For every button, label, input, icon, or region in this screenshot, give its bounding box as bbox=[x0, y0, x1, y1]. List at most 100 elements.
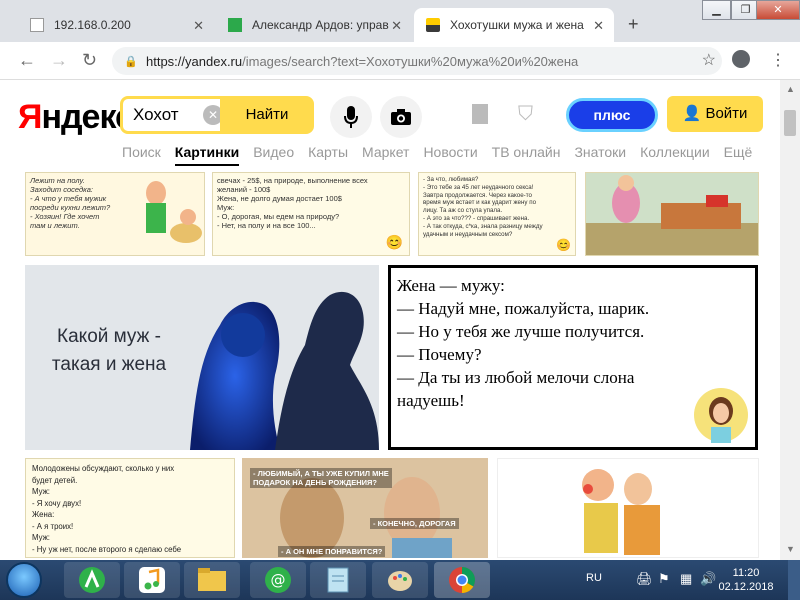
microphone-icon bbox=[344, 106, 358, 128]
service-images[interactable]: Картинки bbox=[174, 144, 240, 166]
language-indicator[interactable]: RU bbox=[586, 572, 602, 584]
speech-bubble: - ЛЮБИМЫЙ, А ТЫ УЖЕ КУПИЛ МНЕ ПОДАРОК НА… bbox=[250, 468, 392, 488]
tab-yandex-images[interactable]: Хохотушки мужа и жена ✕ bbox=[414, 8, 614, 42]
tray-volume-icon[interactable]: 🔊 bbox=[700, 571, 716, 587]
image-text: - За что, любимая? - Это тебе за 45 лет … bbox=[423, 176, 543, 238]
plus-button[interactable]: плюс bbox=[566, 98, 658, 132]
result-image-6[interactable]: Жена — мужу: — Надуй мне, пожалуйста, ша… bbox=[388, 265, 758, 450]
folder-icon bbox=[198, 568, 226, 591]
scroll-down-icon[interactable]: ▼ bbox=[786, 544, 795, 554]
search-input[interactable] bbox=[133, 105, 203, 125]
forward-icon[interactable]: → bbox=[50, 50, 68, 71]
taskbar-notepad[interactable] bbox=[310, 562, 366, 598]
image-text: свечах - 25$, на природе, выполнение все… bbox=[217, 176, 368, 230]
result-image-8[interactable]: - ЛЮБИМЫЙ, А ТЫ УЖЕ КУПИЛ МНЕ ПОДАРОК НА… bbox=[242, 458, 488, 558]
camera-icon bbox=[391, 109, 411, 125]
show-desktop-button[interactable] bbox=[788, 560, 800, 600]
speech-bubble: - КОНЕЧНО, ДОРОГАЯ bbox=[370, 518, 459, 529]
cartoon-illustration bbox=[146, 181, 202, 243]
result-image-5[interactable]: Какой муж - такая и жена bbox=[25, 265, 379, 450]
windows-taskbar: @ RU 🖨 ⚑ ▦ 🔊 11:20 02.12.2018 bbox=[0, 560, 800, 600]
browser-toolbar: ← → ↻ 🔒 https://yandex.ru/images/search?… bbox=[0, 42, 800, 80]
service-market[interactable]: Маркет bbox=[362, 144, 409, 166]
service-more[interactable]: Ещё bbox=[724, 144, 753, 166]
taskbar-app-launcher[interactable] bbox=[64, 562, 120, 598]
cartoon-illustration bbox=[586, 175, 758, 255]
tab-label: Хохотушки мужа и жена bbox=[450, 18, 584, 32]
shield-icon[interactable]: ⛉ bbox=[518, 103, 533, 126]
clock-time: 11:20 bbox=[732, 567, 760, 579]
image-caption: Какой муж - такая и жена bbox=[51, 326, 167, 375]
lock-icon: 🔒 bbox=[124, 56, 138, 68]
woman-avatar-icon bbox=[694, 388, 748, 443]
taskbar-mail-app[interactable]: @ bbox=[250, 562, 306, 598]
cartoon-couple-illustration bbox=[582, 469, 660, 555]
account-icon[interactable] bbox=[732, 50, 750, 68]
collections-icon[interactable] bbox=[472, 104, 488, 124]
speech-bubble: - А ОН МНЕ ПОНРАВИТСЯ? bbox=[278, 546, 386, 557]
close-icon[interactable]: ✕ bbox=[193, 18, 204, 34]
service-video[interactable]: Видео bbox=[253, 144, 294, 166]
taskbar-music-player[interactable] bbox=[124, 562, 180, 598]
user-icon: 👤 bbox=[682, 105, 706, 122]
result-image-3[interactable]: - За что, любимая? - Это тебе за 45 лет … bbox=[418, 172, 576, 256]
services-nav: Поиск Картинки Видео Карты Маркет Новост… bbox=[122, 144, 766, 166]
page-scrollbar[interactable]: ▲ ▼ bbox=[780, 80, 800, 560]
taskbar-paint[interactable] bbox=[372, 562, 428, 598]
service-maps[interactable]: Карты bbox=[308, 144, 348, 166]
result-image-9[interactable] bbox=[497, 458, 759, 558]
svg-text:@: @ bbox=[271, 571, 286, 589]
scroll-thumb[interactable] bbox=[784, 110, 796, 136]
result-image-1[interactable]: Лежит на полу. Заходит соседка: - А что … bbox=[25, 172, 205, 256]
close-icon[interactable]: ✕ bbox=[391, 18, 402, 34]
at-sign-icon: @ bbox=[265, 567, 291, 593]
bookmark-star-icon[interactable]: ☆ bbox=[702, 50, 716, 70]
service-collections[interactable]: Коллекции bbox=[640, 144, 710, 166]
site-icon bbox=[228, 18, 242, 32]
service-znatoki[interactable]: Знатоки bbox=[574, 144, 626, 166]
yandex-logo[interactable]: Яндекс bbox=[18, 98, 134, 137]
yandex-header: Яндекс ✕ Найти ⛉ плюс 👤 Войти Поиск Карт… bbox=[0, 80, 780, 170]
music-icon bbox=[139, 567, 165, 593]
minimize-button[interactable]: ▁ bbox=[702, 0, 731, 20]
smiley-icon: 😊 bbox=[556, 238, 571, 252]
app-a-icon bbox=[79, 567, 105, 593]
search-box: ✕ Найти bbox=[120, 96, 314, 134]
chrome-icon bbox=[449, 566, 475, 594]
taskbar-file-explorer[interactable] bbox=[184, 562, 240, 598]
result-image-4[interactable] bbox=[585, 172, 759, 256]
service-tv[interactable]: ТВ онлайн bbox=[492, 144, 561, 166]
taskbar-chrome[interactable] bbox=[434, 562, 490, 598]
joke-text: Жена — мужу: — Надуй мне, пожалуйста, ша… bbox=[397, 276, 650, 410]
reload-icon[interactable]: ↻ bbox=[82, 50, 97, 71]
close-window-button[interactable]: ✕ bbox=[756, 0, 800, 20]
back-icon[interactable]: ← bbox=[18, 50, 36, 71]
yandex-images-icon bbox=[426, 18, 440, 32]
address-bar[interactable]: 🔒 https://yandex.ru/images/search?text=Х… bbox=[112, 47, 722, 75]
url-host: https://yandex.ru bbox=[146, 53, 243, 69]
result-image-2[interactable]: свечах - 25$, на природе, выполнение все… bbox=[212, 172, 410, 256]
tray-network-icon[interactable]: ▦ bbox=[680, 571, 692, 587]
start-button[interactable] bbox=[6, 562, 42, 598]
image-search-button[interactable] bbox=[380, 96, 422, 138]
tab-label: 192.168.0.200 bbox=[54, 18, 131, 32]
notepad-icon bbox=[327, 567, 349, 593]
image-text: Молодожены обсуждают, сколько у них буде… bbox=[32, 464, 182, 554]
menu-kebab-icon[interactable]: ⋮ bbox=[770, 50, 786, 70]
login-button[interactable]: 👤 Войти bbox=[667, 96, 763, 132]
close-icon[interactable]: ✕ bbox=[593, 18, 604, 34]
service-news[interactable]: Новости bbox=[423, 144, 477, 166]
image-text: Лежит на полу. Заходит соседка: - А что … bbox=[30, 176, 111, 230]
taskbar-clock[interactable]: 11:20 02.12.2018 bbox=[716, 566, 776, 594]
result-image-7[interactable]: Молодожены обсуждают, сколько у них буде… bbox=[25, 458, 235, 558]
new-tab-icon[interactable]: + bbox=[628, 14, 639, 35]
tray-device-icon[interactable]: 🖨 bbox=[636, 571, 653, 587]
tray-flag-icon[interactable]: ⚑ bbox=[658, 571, 670, 587]
tab-router[interactable]: 192.168.0.200 ✕ bbox=[18, 8, 214, 42]
voice-search-button[interactable] bbox=[330, 96, 372, 138]
url-path: /images/search?text=Хохотушки%20мужа%20и… bbox=[242, 53, 579, 69]
service-search[interactable]: Поиск bbox=[122, 144, 161, 166]
tab-ardov[interactable]: Александр Ардов: управ ✕ bbox=[216, 8, 412, 42]
scroll-up-icon[interactable]: ▲ bbox=[786, 84, 795, 94]
find-button[interactable]: Найти bbox=[220, 96, 314, 134]
